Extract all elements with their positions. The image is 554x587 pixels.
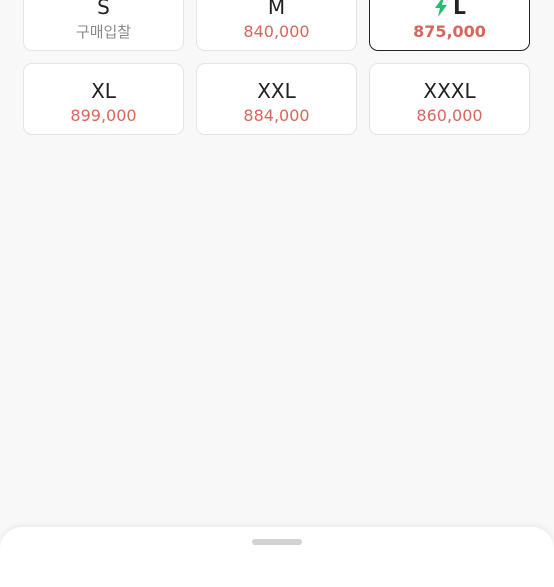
bid-label: 구매입찰: [75, 22, 132, 41]
bottom-sheet: [0, 527, 554, 587]
size-label: M: [268, 0, 285, 20]
size-price: 840,000: [243, 21, 310, 41]
size-label: XXL: [257, 78, 296, 104]
bottom-sheet-handle[interactable]: [252, 539, 302, 545]
size-label: XL: [91, 78, 116, 104]
lightning-bolt-icon: [435, 0, 448, 17]
size-label-text: S: [97, 0, 110, 19]
size-label: S: [97, 0, 110, 20]
size-label-text: XL: [91, 78, 116, 103]
size-label-text: XXL: [257, 78, 296, 103]
size-option-grid: S 구매입찰 M 840,000 L 875,000 XL 899,000 XX…: [23, 0, 531, 135]
size-option-xl[interactable]: XL 899,000: [23, 63, 184, 135]
size-price: 899,000: [70, 105, 137, 125]
size-option-s[interactable]: S 구매입찰: [23, 0, 184, 51]
size-price: 860,000: [416, 105, 483, 125]
size-label-text: L: [453, 0, 466, 19]
size-option-m[interactable]: M 840,000: [196, 0, 357, 51]
size-option-xxxl[interactable]: XXXL 860,000: [369, 63, 530, 135]
size-option-l[interactable]: L 875,000: [369, 0, 530, 51]
size-label-text: M: [267, 0, 286, 19]
size-option-xxl[interactable]: XXL 884,000: [196, 63, 357, 135]
size-label: L: [433, 0, 466, 20]
size-label: XXXL: [423, 78, 475, 104]
size-price: 875,000: [413, 21, 486, 41]
size-label-text: XXXL: [423, 78, 476, 103]
size-price: 884,000: [243, 105, 310, 125]
